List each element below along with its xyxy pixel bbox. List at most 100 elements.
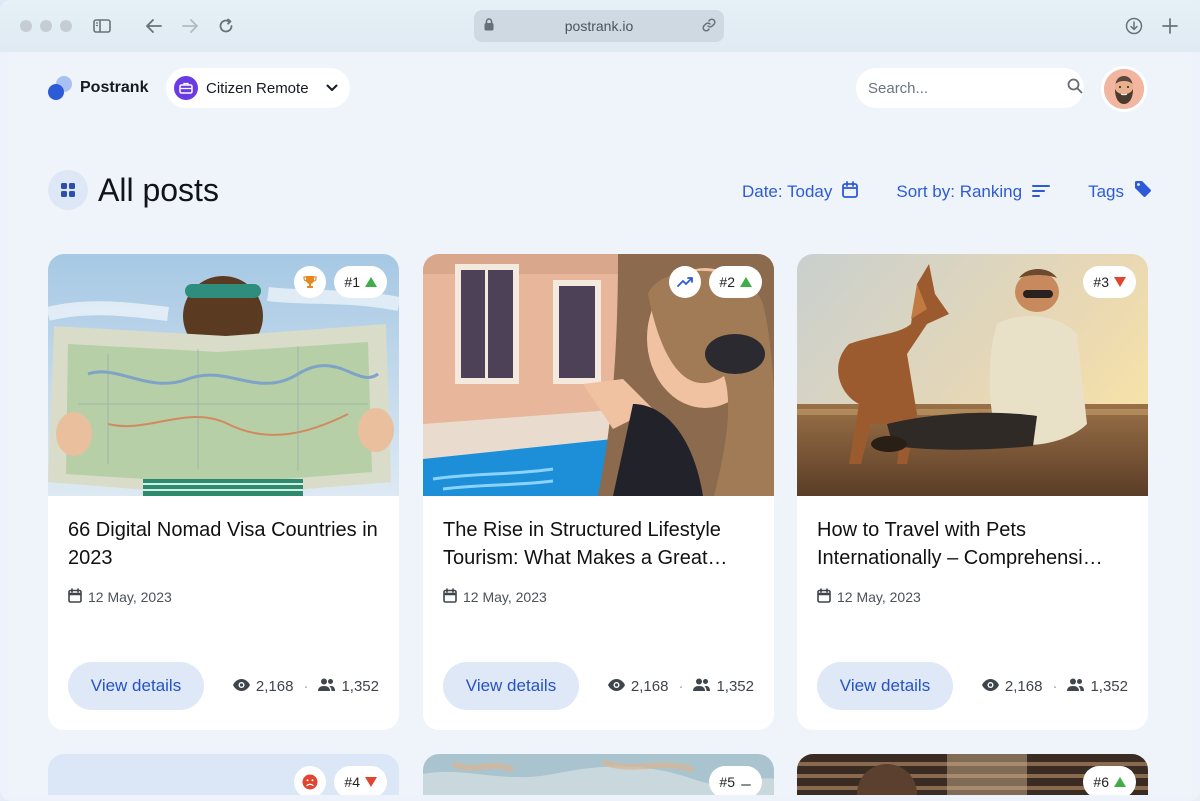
arrow-right-icon[interactable] bbox=[178, 14, 202, 38]
trend-down-icon bbox=[365, 774, 377, 790]
page-title: All posts bbox=[98, 171, 219, 208]
close-window-button[interactable] bbox=[20, 20, 32, 32]
separator-dot: · bbox=[1052, 678, 1058, 695]
date-filter-label: Date: Today bbox=[741, 181, 833, 201]
view-details-button[interactable]: View details bbox=[817, 662, 953, 710]
sad-face-icon bbox=[294, 766, 327, 795]
url-text: postrank.io bbox=[564, 18, 634, 34]
view-details-button[interactable]: View details bbox=[68, 662, 204, 710]
address-bar[interactable]: postrank.io bbox=[474, 10, 724, 42]
post-title[interactable]: The Rise in Structured Lifestyle Tourism… bbox=[443, 516, 753, 572]
post-date: 12 May, 2023 bbox=[817, 588, 921, 606]
page-content: Postrank Citizen Remote Search... All po… bbox=[8, 52, 1192, 795]
tags-filter-label: Tags bbox=[1088, 181, 1124, 201]
trend-down-icon bbox=[1114, 274, 1126, 290]
post-card[interactable]: #5 bbox=[423, 754, 774, 795]
post-date-text: 12 May, 2023 bbox=[463, 589, 547, 605]
download-icon[interactable] bbox=[1122, 14, 1146, 38]
lock-icon bbox=[484, 18, 494, 34]
post-stats: 2,168 · 1,352 bbox=[981, 678, 1128, 695]
sort-filter[interactable]: Sort by: Ranking bbox=[896, 181, 1051, 202]
trend-up-icon bbox=[1114, 774, 1126, 790]
filter-bar: Date: Today Sort by: Ranking Tags bbox=[742, 180, 1152, 203]
grid-icon bbox=[48, 170, 88, 210]
browser-toolbar: postrank.io bbox=[0, 0, 1200, 52]
post-badges: #6 bbox=[1083, 766, 1136, 795]
views-count: 2,168 bbox=[630, 678, 669, 695]
date-filter[interactable]: Date: Today bbox=[741, 180, 859, 203]
post-card[interactable]: #6 bbox=[797, 754, 1148, 795]
search-input[interactable] bbox=[868, 79, 1067, 97]
sort-filter-label: Sort by: Ranking bbox=[896, 181, 1023, 201]
rank-badge: #1 bbox=[334, 266, 387, 298]
workspace-label: Citizen Remote bbox=[206, 79, 309, 97]
logo-text: Postrank bbox=[80, 79, 149, 96]
rank-number: #4 bbox=[344, 774, 360, 790]
calendar-icon bbox=[68, 588, 82, 606]
rank-number: #3 bbox=[1093, 274, 1109, 290]
workspace-selector[interactable]: Citizen Remote bbox=[166, 68, 350, 108]
trend-neutral-icon bbox=[740, 774, 752, 790]
briefcase-icon bbox=[174, 76, 198, 100]
views-count: 2,168 bbox=[255, 678, 294, 695]
zoom-window-button[interactable] bbox=[60, 20, 72, 32]
traffic-lights bbox=[20, 20, 72, 32]
sidebar-icon[interactable] bbox=[90, 14, 114, 38]
sort-icon bbox=[1032, 182, 1051, 202]
users-count: 1,352 bbox=[341, 678, 379, 695]
post-date: 12 May, 2023 bbox=[443, 588, 547, 606]
post-badges: #3 bbox=[1083, 266, 1136, 298]
post-badges: #4 bbox=[294, 766, 387, 795]
search-icon[interactable] bbox=[1067, 78, 1083, 99]
tags-filter[interactable]: Tags bbox=[1088, 180, 1152, 203]
rank-badge: #3 bbox=[1083, 266, 1136, 298]
post-stats: 2,168 · 1,352 bbox=[607, 678, 754, 695]
trophy-icon bbox=[294, 266, 327, 298]
browser-window: postrank.io Postrank Citizen Remote Sear… bbox=[0, 0, 1200, 801]
trend-up-icon bbox=[365, 274, 377, 290]
post-date-text: 12 May, 2023 bbox=[837, 589, 921, 605]
eye-icon bbox=[232, 678, 250, 695]
users-count: 1,352 bbox=[716, 678, 754, 695]
post-date-text: 12 May, 2023 bbox=[88, 589, 172, 605]
link-icon[interactable] bbox=[702, 18, 716, 35]
view-details-button[interactable]: View details bbox=[443, 662, 579, 710]
rank-badge: #2 bbox=[709, 266, 762, 298]
rank-badge: #4 bbox=[334, 766, 387, 795]
eye-icon bbox=[607, 678, 625, 695]
plus-icon[interactable] bbox=[1158, 14, 1182, 38]
calendar-icon bbox=[817, 588, 831, 606]
trend-up-icon bbox=[740, 274, 752, 290]
post-card[interactable]: #4 bbox=[48, 754, 399, 795]
calendar-icon bbox=[842, 180, 859, 203]
rank-number: #5 bbox=[719, 774, 735, 790]
rank-number: #2 bbox=[719, 274, 735, 290]
post-card[interactable]: #3 How to Travel with Pets International… bbox=[797, 254, 1148, 730]
post-title[interactable]: 66 Digital Nomad Visa Countries in 2023 bbox=[68, 516, 378, 572]
logo[interactable]: Postrank bbox=[48, 76, 148, 100]
logo-mark bbox=[48, 76, 72, 100]
search-box[interactable] bbox=[856, 68, 1084, 108]
post-title[interactable]: How to Travel with Pets Internationally … bbox=[817, 516, 1127, 572]
post-stats: 2,168 · 1,352 bbox=[232, 678, 379, 695]
rank-number: #6 bbox=[1093, 774, 1109, 790]
rank-number: #1 bbox=[344, 274, 360, 290]
separator-dot: · bbox=[678, 678, 684, 695]
users-count: 1,352 bbox=[1090, 678, 1128, 695]
arrow-left-icon[interactable] bbox=[142, 14, 166, 38]
calendar-icon bbox=[443, 588, 457, 606]
minimize-window-button[interactable] bbox=[40, 20, 52, 32]
user-avatar[interactable] bbox=[1101, 66, 1147, 112]
rank-badge: #6 bbox=[1083, 766, 1136, 795]
chevron-down-icon bbox=[326, 79, 338, 97]
post-card[interactable]: #2 The Rise in Structured Lifestyle Tour… bbox=[423, 254, 774, 730]
reload-icon[interactable] bbox=[214, 14, 238, 38]
post-badges: #2 bbox=[669, 266, 762, 298]
users-icon bbox=[693, 678, 711, 695]
post-badges: #5 bbox=[709, 766, 762, 795]
tag-icon bbox=[1134, 180, 1152, 203]
rank-badge: #5 bbox=[709, 766, 762, 795]
post-card[interactable]: #1 66 Digital Nomad Visa Countries in 20… bbox=[48, 254, 399, 730]
page-header: All posts bbox=[48, 170, 219, 210]
users-icon bbox=[1067, 678, 1085, 695]
